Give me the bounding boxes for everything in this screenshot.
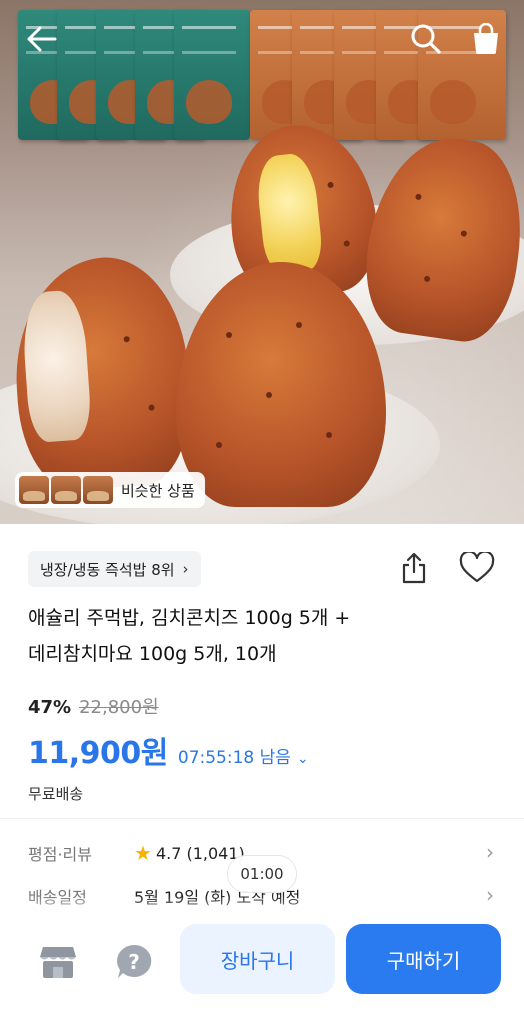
discount-rate: 47% bbox=[28, 697, 72, 718]
rating-value: ★ 4.7 (1,041) bbox=[134, 841, 245, 865]
video-timestamp-badge: 01:00 bbox=[227, 855, 297, 893]
like-button[interactable] bbox=[457, 549, 497, 587]
question-icon: ? bbox=[117, 944, 152, 978]
chevron-right-icon: › bbox=[486, 840, 494, 864]
share-button[interactable] bbox=[395, 549, 433, 587]
cart-button[interactable] bbox=[466, 19, 506, 59]
buy-now-button[interactable]: 구매하기 bbox=[346, 924, 501, 994]
original-price: 22,800원 bbox=[79, 697, 159, 718]
product-image[interactable]: 비슷한 상품 bbox=[0, 0, 524, 524]
rating-label: 평점·리뷰 bbox=[28, 845, 92, 864]
chevron-right-icon: › bbox=[182, 560, 189, 578]
rating-text: 4.7 (1,041) bbox=[155, 843, 245, 863]
back-button[interactable] bbox=[22, 19, 62, 59]
heart-icon bbox=[459, 552, 495, 583]
package-image bbox=[174, 10, 250, 140]
star-icon: ★ bbox=[134, 841, 152, 865]
help-button[interactable]: ? bbox=[112, 940, 156, 984]
tuna-mayo-filling bbox=[20, 289, 93, 444]
similar-products-chip[interactable]: 비슷한 상품 bbox=[15, 472, 205, 508]
search-button[interactable] bbox=[406, 19, 446, 59]
shipping-info: 무료배송 bbox=[28, 785, 84, 803]
product-title: 애슐리 주먹밥, 김치콘치즈 100g 5개 + 데리참치마요 100g 5개,… bbox=[28, 600, 498, 672]
similar-thumbnails bbox=[19, 476, 113, 504]
product-title-line: 데리참치마요 100g 5개, 10개 bbox=[28, 643, 277, 665]
thumbnail bbox=[51, 476, 81, 504]
deal-timer[interactable]: 07:55:18 남음 bbox=[178, 743, 291, 768]
store-icon bbox=[40, 947, 76, 978]
price-row: 11,900원 07:55:18 남음 ⌄ bbox=[28, 728, 309, 772]
add-to-cart-button[interactable]: 장바구니 bbox=[180, 924, 335, 994]
ranking-label: 냉장/냉동 즉석밥 8위 bbox=[40, 560, 175, 579]
share-icon bbox=[402, 552, 426, 584]
thumbnail bbox=[83, 476, 113, 504]
divider bbox=[0, 818, 524, 819]
shopping-bag-icon bbox=[474, 23, 498, 54]
store-button[interactable] bbox=[36, 940, 80, 984]
discount-row: 47% 22,800원 bbox=[28, 693, 159, 719]
category-ranking-chip[interactable]: 냉장/냉동 즉석밥 8위 › bbox=[28, 551, 201, 587]
search-icon bbox=[411, 24, 441, 54]
bottom-action-bar: ? 장바구니 구매하기 bbox=[0, 920, 524, 1024]
arrow-left-icon bbox=[27, 26, 57, 52]
product-title-line: 애슐리 주먹밥, 김치콘치즈 100g 5개 + bbox=[28, 607, 351, 629]
svg-text:?: ? bbox=[128, 950, 140, 974]
sale-price: 11,900원 bbox=[28, 736, 168, 771]
corn-cheese-filling bbox=[254, 151, 325, 276]
thumbnail bbox=[19, 476, 49, 504]
chevron-down-icon[interactable]: ⌄ bbox=[297, 751, 309, 767]
similar-products-label: 비슷한 상품 bbox=[121, 481, 195, 500]
